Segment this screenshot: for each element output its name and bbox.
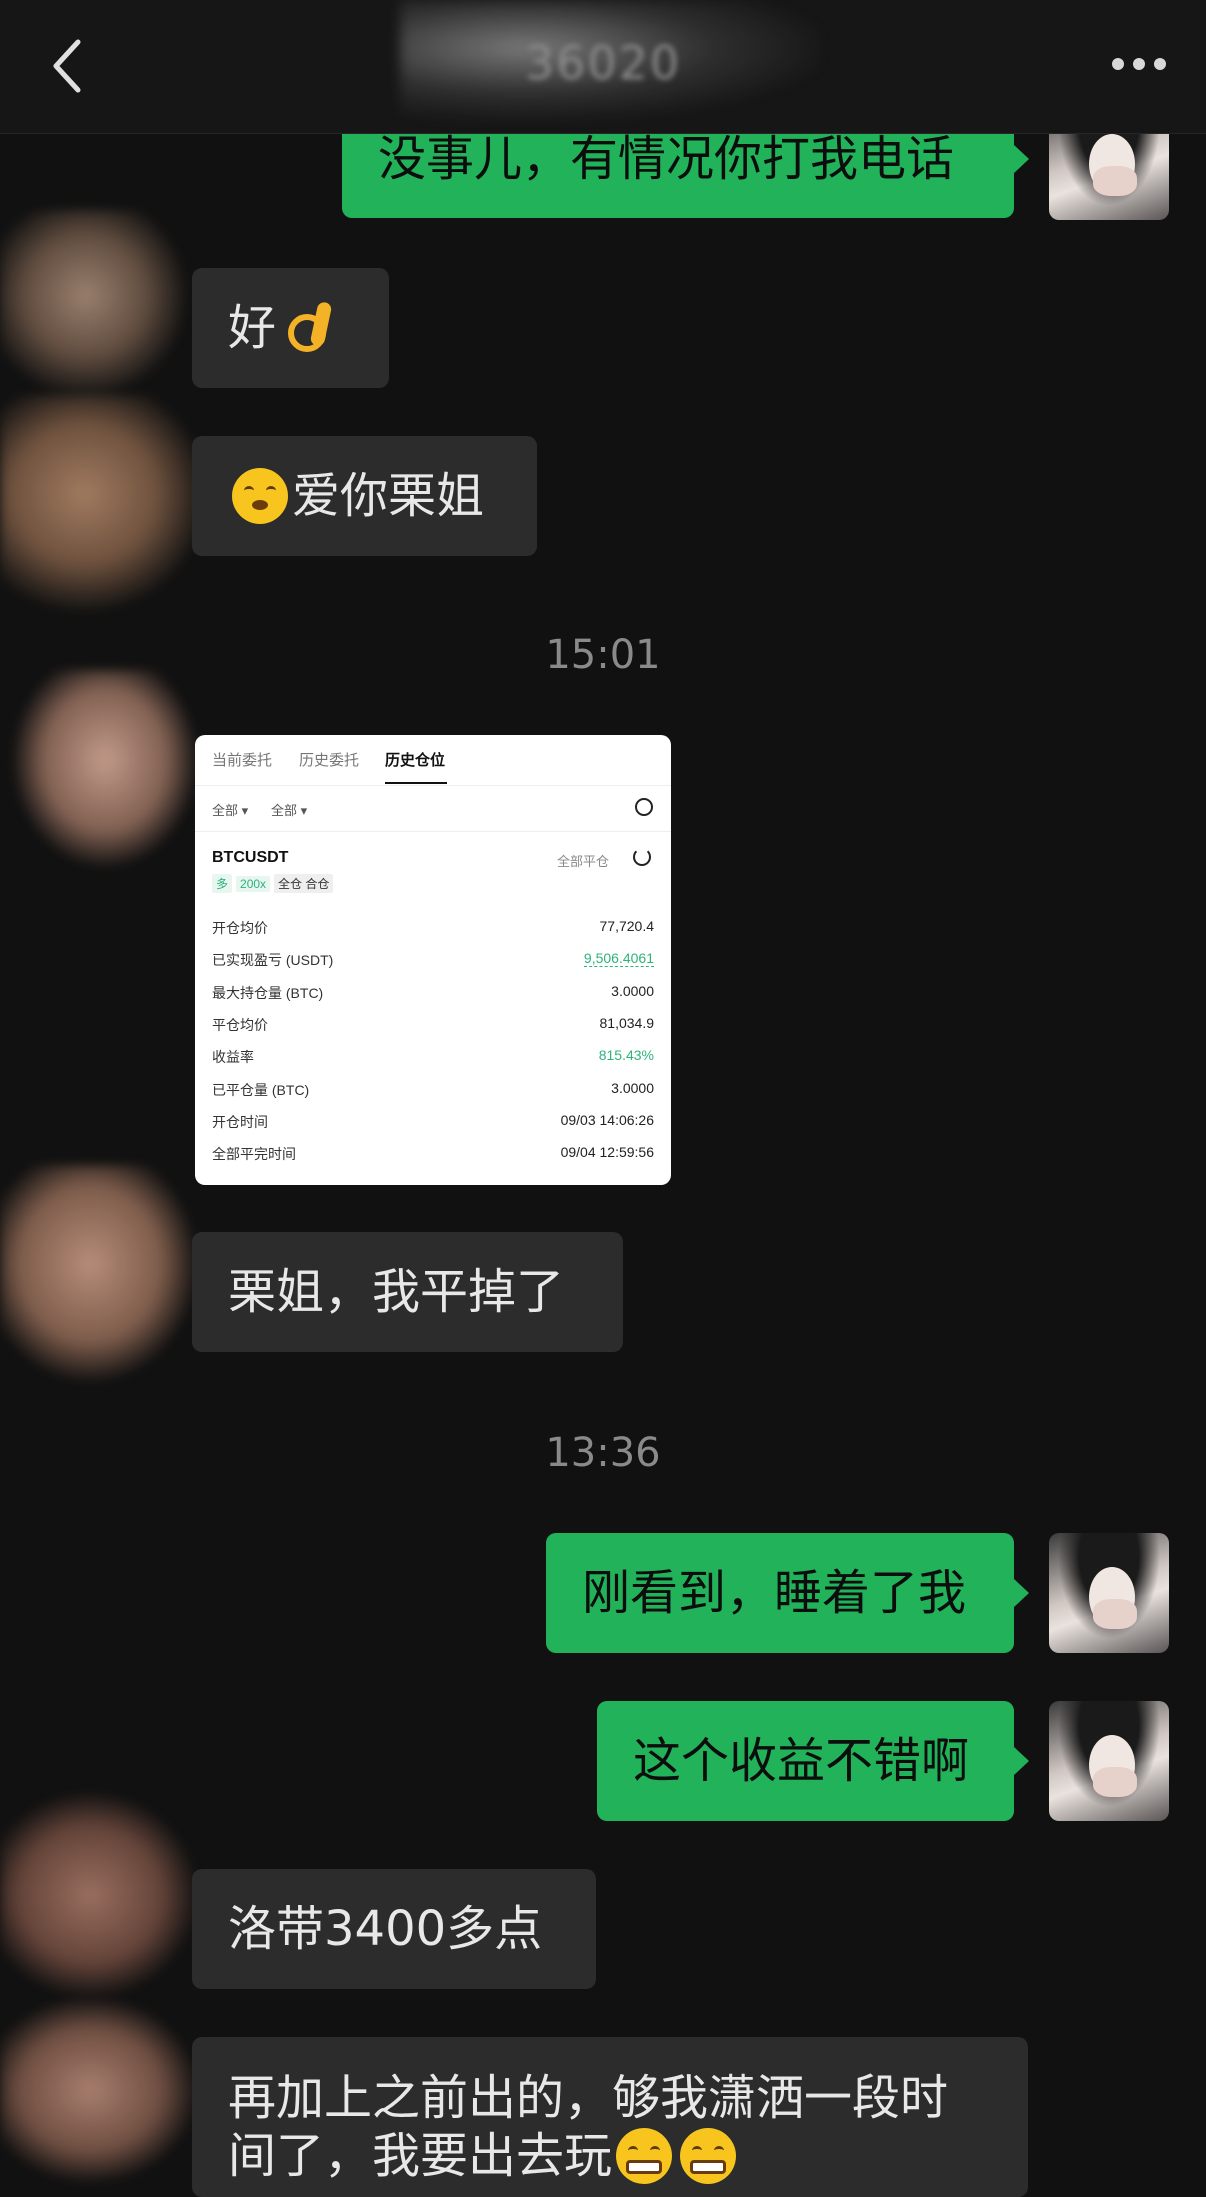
filter-all-1: 全部 ▾ xyxy=(212,803,249,818)
contact-avatar[interactable] xyxy=(0,1165,200,1385)
long-tag: 多 xyxy=(212,874,233,893)
message-text: 栗姐，我平掉了 xyxy=(228,1264,565,1320)
clock-icon xyxy=(635,798,653,816)
position-tags: 多 200x 全仓 合仓 xyxy=(212,874,337,893)
message-text: 没事儿，有情况你打我电话 xyxy=(378,131,955,187)
outgoing-message[interactable]: 这个收益不错啊 xyxy=(597,1701,1029,1821)
incoming-message[interactable]: 好 xyxy=(192,268,389,388)
kissing-face-emoji xyxy=(232,468,288,524)
contact-avatar[interactable] xyxy=(0,210,190,400)
detail-row: 已实现盈亏 (USDT) 9,506.4061 xyxy=(212,950,654,968)
outgoing-message[interactable]: 刚看到，睡着了我 xyxy=(546,1533,1029,1653)
my-avatar[interactable] xyxy=(1049,1701,1169,1821)
filter-all-2: 全部 ▾ xyxy=(271,803,308,818)
position-tabs: 当前委托 历史委托 历史仓位 xyxy=(195,735,671,786)
my-avatar[interactable] xyxy=(1049,1533,1169,1653)
message-text: 洛带3400多点 xyxy=(228,1901,543,1957)
grinning-face-emoji xyxy=(680,2128,737,2184)
share-icon xyxy=(633,848,651,866)
detail-row: 平仓均价 81,034.9 xyxy=(212,1015,654,1033)
detail-row: 已平仓量 (BTC) 3.0000 xyxy=(212,1080,654,1098)
message-text: 刚看到，睡着了我 xyxy=(582,1565,967,1621)
detail-row: 全部平完时间 09/04 12:59:56 xyxy=(212,1144,654,1162)
chat-title: 36020 xyxy=(524,36,682,90)
detail-row: 最大持仓量 (BTC) 3.0000 xyxy=(212,983,654,1001)
margin-mode-tag: 全仓 合仓 xyxy=(274,874,334,893)
detail-row: 开仓均价 77,720.4 xyxy=(212,918,654,936)
message-text: 爱你栗姐 xyxy=(292,468,485,524)
contact-avatar[interactable] xyxy=(10,670,200,870)
message-text: 好 xyxy=(228,300,277,356)
chat-header: 36020 xyxy=(0,0,1206,134)
tab-order-history: 历史委托 xyxy=(299,752,360,769)
detail-row: 开仓时间 09/03 14:06:26 xyxy=(212,1112,654,1130)
incoming-message[interactable]: 洛带3400多点 xyxy=(192,1869,596,1989)
incoming-message[interactable]: 再加上之前出的，够我潇洒一段时 间了，我要出去玩 xyxy=(192,2037,1028,2197)
close-all-label: 全部平仓 xyxy=(556,854,609,869)
ok-hand-emoji xyxy=(280,300,336,356)
message-text: 这个收益不错啊 xyxy=(633,1733,970,1789)
tab-underline xyxy=(385,782,447,784)
incoming-message[interactable]: 爱你栗姐 xyxy=(192,436,537,556)
tab-position-history: 历史仓位 xyxy=(385,752,446,769)
message-text-line-1: 再加上之前出的，够我潇洒一段时 xyxy=(228,2070,949,2126)
shared-trade-screenshot[interactable]: 当前委托 历史委托 历史仓位 全部 ▾ 全部 ▾ BTCUSDT 全部平仓 多2… xyxy=(195,735,671,1185)
timestamp: 13:36 xyxy=(545,1430,661,1476)
tab-current-orders: 当前委托 xyxy=(212,752,273,769)
incoming-message[interactable]: 栗姐，我平掉了 xyxy=(192,1232,623,1352)
contact-avatar[interactable] xyxy=(0,1995,200,2185)
message-text-line-2: 间了，我要出去玩 xyxy=(228,2127,992,2185)
trading-symbol: BTCUSDT xyxy=(212,849,289,866)
contact-avatar[interactable] xyxy=(0,395,210,615)
leverage-tag: 200x xyxy=(236,876,271,892)
grinning-face-emoji xyxy=(616,2128,673,2184)
more-dots-icon[interactable] xyxy=(1112,58,1166,74)
contact-avatar[interactable] xyxy=(0,1790,200,2000)
detail-row: 收益率 815.43% xyxy=(212,1047,654,1065)
filter-bar: 全部 ▾ 全部 ▾ xyxy=(195,785,671,832)
